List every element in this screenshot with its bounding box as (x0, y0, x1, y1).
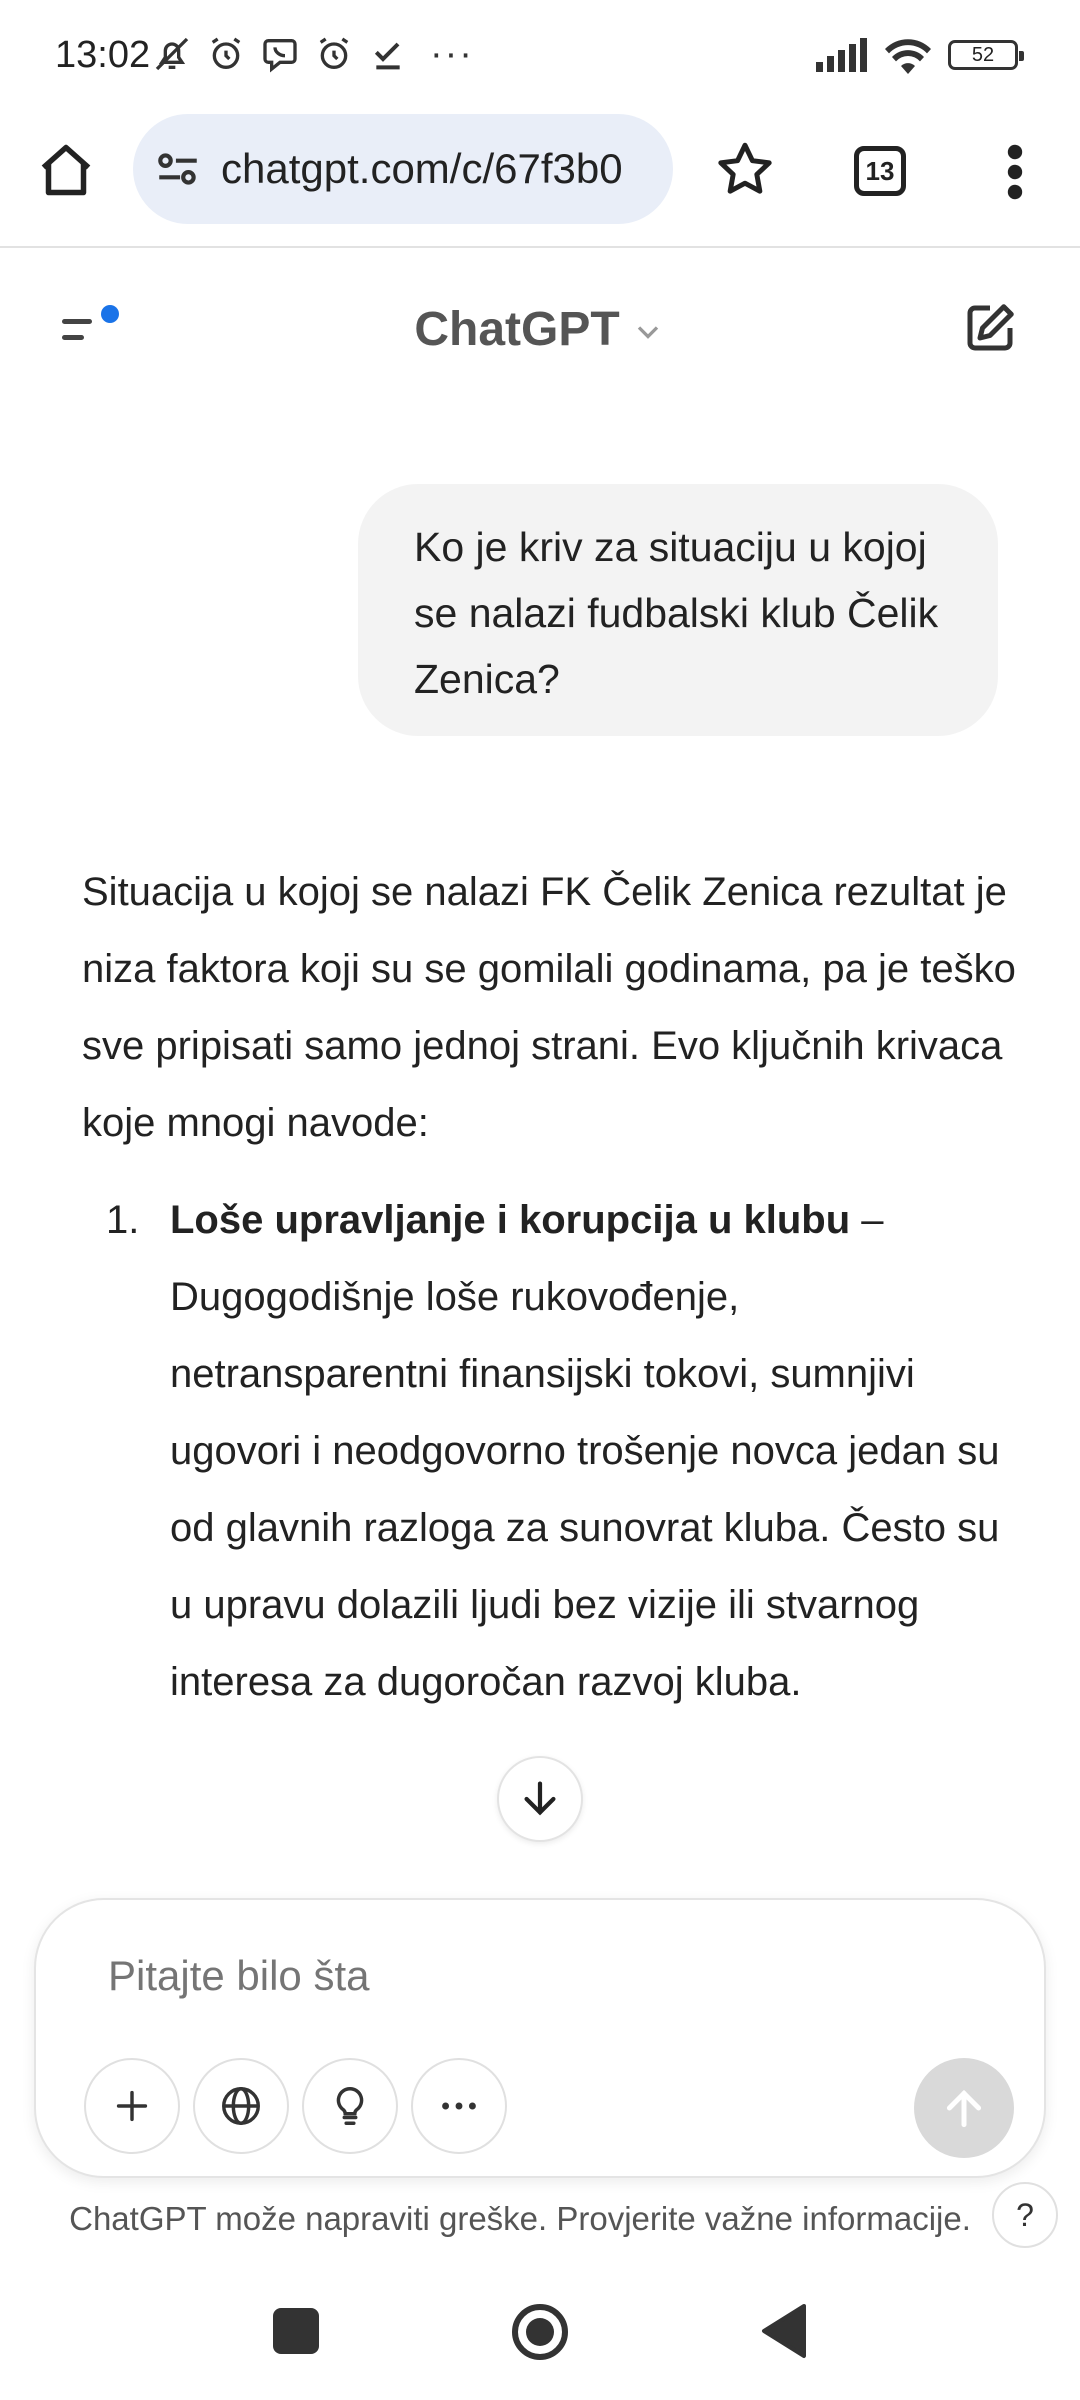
web-search-button[interactable] (193, 2058, 289, 2154)
list-item-title: Loše upravljanje i korupcija u klubu (170, 1198, 851, 1242)
assistant-intro: Situacija u kojoj se nalazi FK Čelik Zen… (82, 870, 1016, 1145)
url-text: chatgpt.com/c/67f3b0 (221, 145, 623, 192)
reason-button[interactable] (302, 2058, 398, 2154)
globe-icon (222, 2087, 260, 2125)
list-item-number: 1. (106, 1198, 140, 1242)
send-button[interactable] (914, 2058, 1014, 2158)
assistant-list: 1. Loše upravljanje i korupcija u klubu … (82, 1182, 1022, 1721)
lightbulb-icon (336, 2087, 364, 2125)
viber-icon (263, 39, 297, 73)
tab-count: 13 (865, 155, 895, 186)
scroll-to-bottom-button[interactable] (497, 1756, 583, 1842)
address-bar[interactable]: chatgpt.com/c/67f3b0 (133, 114, 673, 224)
message-composer (34, 1898, 1046, 2178)
assistant-message: Situacija u kojoj se nalazi FK Čelik Zen… (82, 854, 1022, 1721)
user-message-bubble: Ko je kriv za situaciju u kojoj se nalaz… (358, 484, 998, 736)
battery-icon: 52 (948, 40, 1024, 70)
more-tools-button[interactable] (411, 2058, 507, 2154)
bookmark-star-icon[interactable] (712, 137, 778, 203)
battery-level: 52 (971, 43, 995, 66)
home-icon[interactable] (36, 140, 96, 200)
page-title: ChatGPT (414, 303, 620, 356)
alarm-icon (319, 37, 349, 69)
chevron-down-icon (637, 326, 658, 340)
home-nav-icon[interactable] (510, 2302, 570, 2362)
message-input[interactable] (108, 1952, 908, 2000)
notification-icons: ··· (152, 34, 474, 74)
list-item-text: – Dugogodišnje loše rukovođenje, netrans… (170, 1198, 1000, 1704)
model-selector[interactable]: ChatGPT (0, 302, 1080, 357)
browser-toolbar: chatgpt.com/c/67f3b0 13 (0, 110, 1080, 248)
more-vert-icon[interactable] (995, 142, 1035, 202)
new-chat-icon[interactable] (960, 298, 1020, 358)
add-attachment-button[interactable] (84, 2058, 180, 2154)
disclaimer-text: ChatGPT može napraviti greške. Provjerit… (69, 2200, 971, 2237)
signal-icon (816, 38, 867, 72)
alarm-icon (211, 37, 241, 69)
system-indicators: 52 (816, 36, 1024, 74)
check-icon (374, 42, 400, 70)
arrow-down-icon (524, 1781, 556, 1816)
arrow-up-icon (946, 2089, 982, 2128)
muted-bell-icon (155, 37, 189, 71)
chat-header: ChatGPT (0, 250, 1080, 410)
list-item: 1. Loše upravljanje i korupcija u klubu … (82, 1182, 1022, 1721)
recents-button[interactable] (273, 2308, 319, 2354)
help-button[interactable]: ? (992, 2182, 1058, 2248)
help-label: ? (1016, 2196, 1034, 2233)
more-notifications-indicator: ··· (430, 33, 474, 75)
more-horiz-icon (442, 2102, 476, 2110)
back-nav-icon[interactable] (758, 2302, 808, 2360)
site-settings-icon[interactable] (153, 144, 203, 194)
tab-switcher-button[interactable]: 13 (854, 146, 906, 196)
plus-icon (116, 2090, 148, 2122)
status-time: 13:02 (55, 34, 151, 76)
wifi-icon (885, 39, 931, 74)
status-bar: 13:02 ··· 52 (0, 0, 1080, 110)
